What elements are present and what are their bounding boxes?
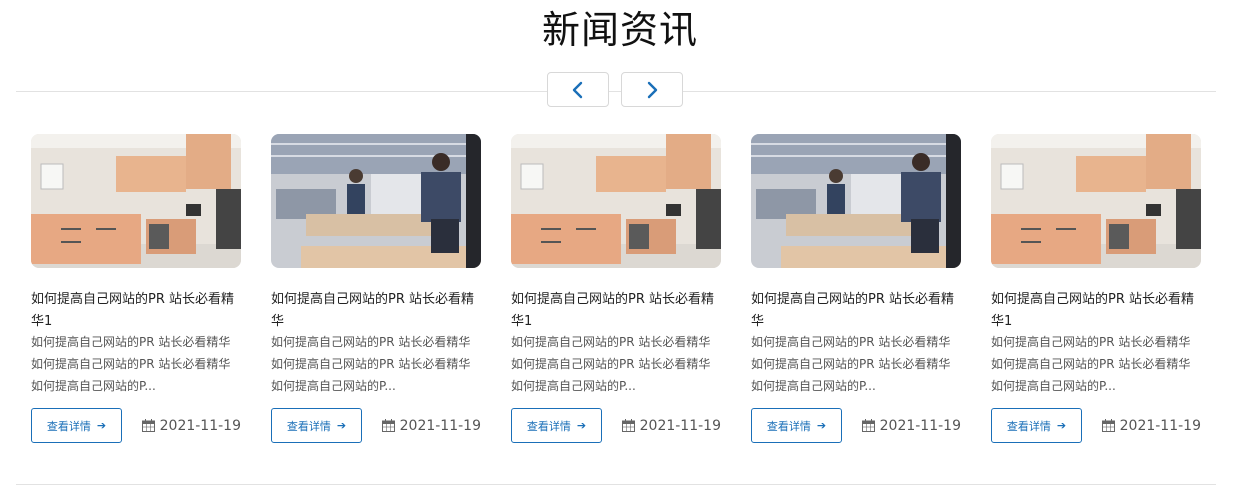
- news-card-title[interactable]: 如何提高自己网站的PR 站长必看精华1: [991, 289, 1201, 333]
- news-card-title[interactable]: 如何提高自己网站的PR 站长必看精华: [751, 289, 961, 333]
- news-card[interactable]: 如何提高自己网站的PR 站长必看精华1 如何提高自己网站的PR 站长必看精华如何…: [511, 134, 723, 454]
- news-card-date: 2021-11-19: [1101, 408, 1201, 443]
- news-image-factory[interactable]: [751, 134, 961, 268]
- view-details-button[interactable]: 查看详情 ➔: [991, 408, 1082, 443]
- news-card[interactable]: 如何提高自己网站的PR 站长必看精华1 如何提高自己网站的PR 站长必看精华如何…: [31, 134, 243, 454]
- news-card[interactable]: 如何提高自己网站的PR 站长必看精华 如何提高自己网站的PR 站长必看精华如何提…: [751, 134, 963, 454]
- news-card-title[interactable]: 如何提高自己网站的PR 站长必看精华1: [511, 289, 721, 333]
- news-image-factory[interactable]: [271, 134, 481, 268]
- arrow-right-icon: ➔: [576, 419, 587, 432]
- news-card[interactable]: 如何提高自己网站的PR 站长必看精华 如何提高自己网站的PR 站长必看精华如何提…: [271, 134, 483, 454]
- view-details-button[interactable]: 查看详情 ➔: [511, 408, 602, 443]
- arrow-right-icon: ➔: [816, 419, 827, 432]
- calendar-icon: [381, 419, 395, 432]
- news-card-date-text: 2021-11-19: [159, 417, 241, 434]
- news-card-date: 2021-11-19: [141, 408, 241, 443]
- news-card-date: 2021-11-19: [381, 408, 481, 443]
- news-card-date-text: 2021-11-19: [879, 417, 961, 434]
- news-card-desc: 如何提高自己网站的PR 站长必看精华如何提高自己网站的PR 站长必看精华如何提高…: [31, 335, 231, 393]
- news-section-title: 新闻资讯: [541, 8, 698, 52]
- carousel-next-button[interactable]: [621, 72, 683, 107]
- chevron-right-icon: [647, 81, 658, 98]
- calendar-icon: [621, 419, 635, 432]
- news-card-date: 2021-11-19: [861, 408, 961, 443]
- view-details-label: 查看详情: [1006, 419, 1051, 433]
- news-card-date: 2021-11-19: [621, 408, 721, 443]
- news-card-title[interactable]: 如何提高自己网站的PR 站长必看精华: [271, 289, 481, 333]
- view-details-label: 查看详情: [286, 419, 331, 433]
- news-card-desc: 如何提高自己网站的PR 站长必看精华如何提高自己网站的PR 站长必看精华如何提高…: [751, 335, 951, 393]
- news-card-date-text: 2021-11-19: [1119, 417, 1201, 434]
- arrow-right-icon: ➔: [1056, 419, 1067, 432]
- view-details-label: 查看详情: [46, 419, 91, 433]
- news-card[interactable]: 如何提高自己网站的PR 站长必看精华1 如何提高自己网站的PR 站长必看精华如何…: [991, 134, 1203, 454]
- chevron-left-icon: [572, 81, 583, 98]
- news-card-date-text: 2021-11-19: [639, 417, 721, 434]
- news-image-kitchen[interactable]: [511, 134, 721, 268]
- view-details-label: 查看详情: [526, 419, 571, 433]
- calendar-icon: [141, 419, 155, 432]
- news-card-title[interactable]: 如何提高自己网站的PR 站长必看精华1: [31, 289, 241, 333]
- view-details-label: 查看详情: [766, 419, 811, 433]
- news-card-desc: 如何提高自己网站的PR 站长必看精华如何提高自己网站的PR 站长必看精华如何提高…: [511, 335, 711, 393]
- calendar-icon: [1101, 419, 1115, 432]
- carousel-prev-button[interactable]: [547, 72, 609, 107]
- arrow-right-icon: ➔: [96, 419, 107, 432]
- divider-bottom: [16, 484, 1216, 485]
- view-details-button[interactable]: 查看详情 ➔: [751, 408, 842, 443]
- news-card-date-text: 2021-11-19: [399, 417, 481, 434]
- calendar-icon: [861, 419, 875, 432]
- divider-top: [16, 91, 1216, 92]
- news-card-desc: 如何提高自己网站的PR 站长必看精华如何提高自己网站的PR 站长必看精华如何提高…: [991, 335, 1191, 393]
- news-image-kitchen[interactable]: [31, 134, 241, 268]
- news-card-desc: 如何提高自己网站的PR 站长必看精华如何提高自己网站的PR 站长必看精华如何提高…: [271, 335, 471, 393]
- news-image-kitchen[interactable]: [991, 134, 1201, 268]
- view-details-button[interactable]: 查看详情 ➔: [271, 408, 362, 443]
- arrow-right-icon: ➔: [336, 419, 347, 432]
- view-details-button[interactable]: 查看详情 ➔: [31, 408, 122, 443]
